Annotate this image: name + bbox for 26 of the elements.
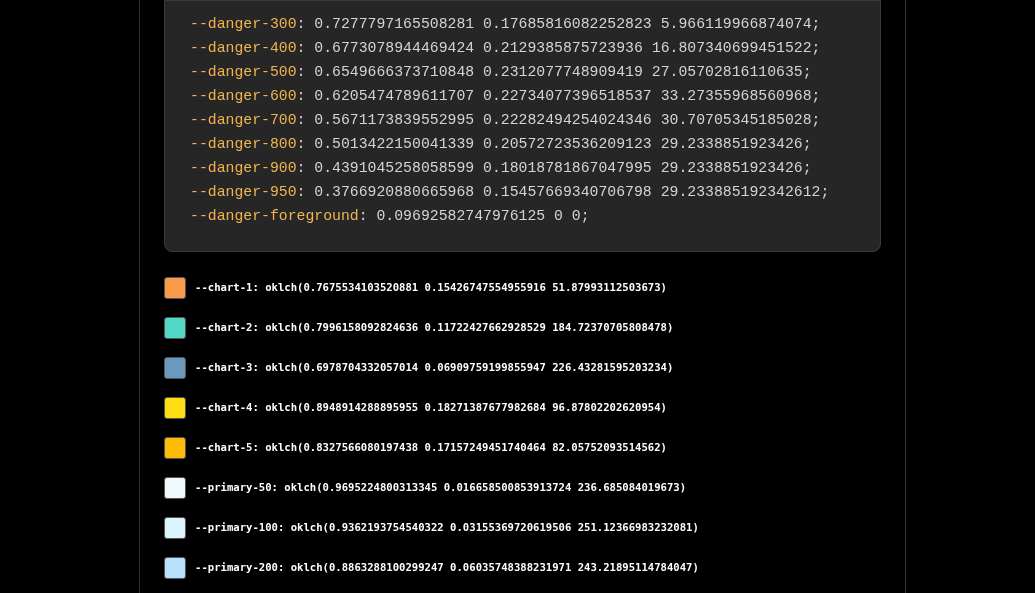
color-label: --primary-200: oklch(0.8863288100299247 0.06035748388231971 243.21895114784047): [195, 560, 699, 576]
color-label: --chart-3: oklch(0.6978704332057014 0.06909759199855947 226.43281595203234): [195, 360, 674, 376]
css-property: --danger-600: [190, 87, 297, 106]
css-value: : 0.6205474789611707 0.22734077396518537 33.27355968560968;: [296, 87, 821, 106]
css-value: : 0.7277797165508281 0.17685816082252823 5.966119966874074;: [296, 15, 821, 34]
css-property: --danger-950: [190, 183, 297, 202]
color-label: --primary-100: oklch(0.9362193754540322 0.03155369720619506 251.12366983232081): [195, 520, 699, 536]
css-property: --danger-500: [190, 63, 297, 82]
color-label: --chart-1: oklch(0.7675534103520881 0.15426747554955916 51.87993112503673): [195, 280, 667, 296]
css-property: --danger-700: [190, 111, 297, 130]
color-label: --chart-5: oklch(0.8327566080197438 0.17157249451740464 82.05752093514562): [195, 440, 667, 456]
css-value: : 0.5671173839552995 0.22282494254024346 30.70705345185028;: [296, 111, 821, 130]
css-value: : 0.6773078944469424 0.2129385875723936 16.807340699451522;: [296, 39, 821, 58]
css-value: : 0.09692582747976125 0 0;: [358, 207, 590, 226]
color-label: --chart-2: oklch(0.7996158092824636 0.11722427662928529 184.72370705808478): [195, 320, 674, 336]
css-property: --danger-400: [190, 39, 297, 58]
css-value: : 0.3766920880665968 0.15457669340706798 29.233885192342612;: [296, 183, 830, 202]
css-value: : 0.5013422150041339 0.20572723536209123 29.2338851923426;: [296, 135, 812, 154]
css-property: --danger-300: [190, 15, 297, 34]
css-property: --danger-foreground: [190, 207, 359, 226]
color-label: --chart-4: oklch(0.8948914288895955 0.18271387677982684 96.87802202620954): [195, 400, 667, 416]
css-value: : 0.6549666373710848 0.2312077748909419 27.05702816110635;: [296, 63, 812, 82]
css-value: : 0.4391045258058599 0.18018781867047995 29.2338851923426;: [296, 159, 812, 178]
color-label: --primary-50: oklch(0.9695224800313345 0.016658500853913724 236.685084019673): [195, 480, 687, 496]
css-property: --danger-800: [190, 135, 297, 154]
css-property: --danger-900: [190, 159, 297, 178]
